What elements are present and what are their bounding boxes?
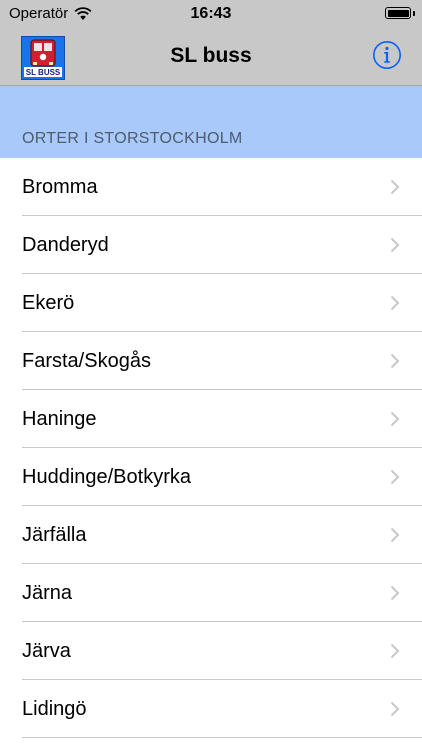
list-item-label: Bromma bbox=[22, 176, 98, 198]
list-item[interactable]: Ekerö bbox=[0, 274, 422, 332]
battery-icon bbox=[385, 7, 415, 19]
logo-text: SL BUSS bbox=[26, 68, 61, 77]
list-item[interactable]: Huddinge/Botkyrka bbox=[0, 448, 422, 506]
chevron-right-icon bbox=[390, 237, 400, 253]
chevron-right-icon bbox=[390, 179, 400, 195]
list-item-label: Järva bbox=[22, 640, 71, 662]
section-header: ORTER I STORSTOCKHOLM bbox=[0, 86, 422, 158]
section-header-label: ORTER I STORSTOCKHOLM bbox=[22, 130, 243, 147]
info-button[interactable] bbox=[372, 40, 402, 70]
chevron-right-icon bbox=[390, 527, 400, 543]
list-item-label: Järna bbox=[22, 582, 73, 604]
list-item-label: Farsta/Skogås bbox=[22, 350, 151, 372]
list-item[interactable]: Haninge bbox=[0, 390, 422, 448]
chevron-right-icon bbox=[390, 643, 400, 659]
status-time: 16:43 bbox=[190, 5, 232, 22]
location-list: Bromma Danderyd Ekerö Farsta/Skogås Hani… bbox=[0, 158, 422, 738]
chevron-right-icon bbox=[390, 295, 400, 311]
list-item[interactable]: Järna bbox=[0, 564, 422, 622]
list-item[interactable]: Järfälla bbox=[0, 506, 422, 564]
chevron-right-icon bbox=[390, 469, 400, 485]
list-item-label: Danderyd bbox=[22, 234, 109, 256]
chevron-right-icon bbox=[390, 353, 400, 369]
chevron-right-icon bbox=[390, 585, 400, 601]
list-item[interactable]: Danderyd bbox=[0, 216, 422, 274]
status-bar: Operatör 16:43 bbox=[0, 0, 422, 30]
list-item-label: Haninge bbox=[22, 408, 97, 430]
chevron-right-icon bbox=[390, 411, 400, 427]
navigation-bar: SL BUSS SL buss bbox=[0, 30, 422, 86]
list-item-label: Huddinge/Botkyrka bbox=[22, 466, 191, 488]
list-item[interactable]: Farsta/Skogås bbox=[0, 332, 422, 390]
list-item[interactable]: Bromma bbox=[0, 158, 422, 216]
list-item[interactable]: Järva bbox=[0, 622, 422, 680]
page-title: SL buss bbox=[170, 44, 252, 67]
list-item[interactable]: Lidingö bbox=[0, 680, 422, 738]
list-item-label: Järfälla bbox=[22, 524, 87, 546]
list-item-label: Lidingö bbox=[22, 698, 87, 720]
chevron-right-icon bbox=[390, 701, 400, 717]
list-item-label: Ekerö bbox=[22, 292, 75, 314]
